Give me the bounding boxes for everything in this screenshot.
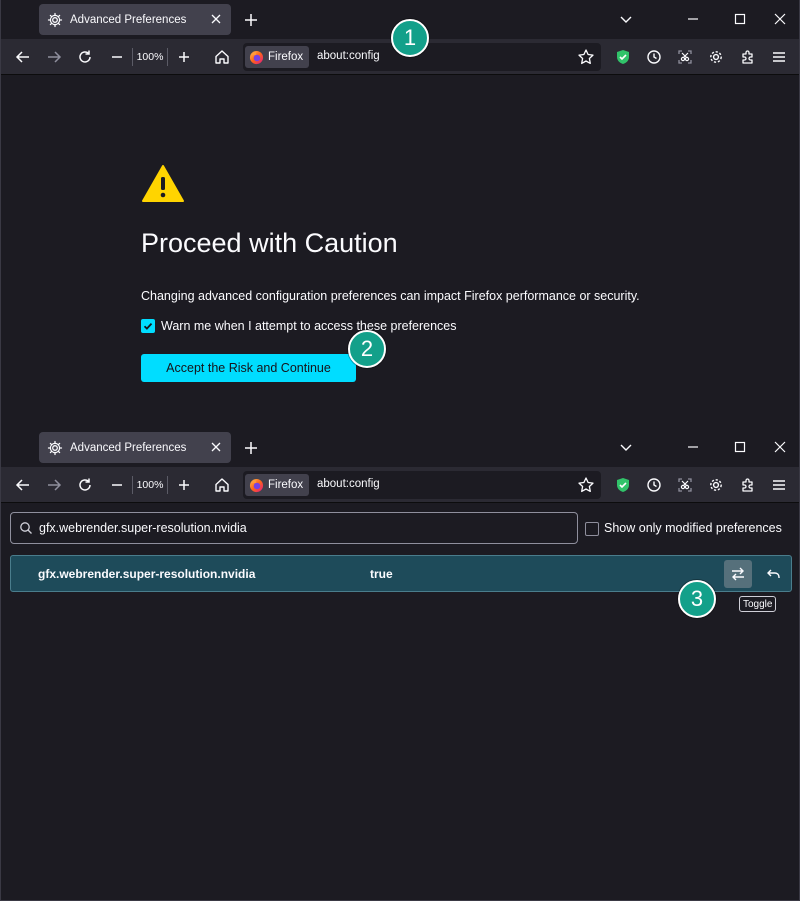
chevron-down-icon[interactable] <box>617 10 635 28</box>
search-icon <box>19 521 33 535</box>
zoom-out-icon[interactable] <box>107 47 127 67</box>
tab-title: Advanced Preferences <box>70 13 187 26</box>
forward-arrow-icon[interactable] <box>44 47 64 67</box>
settings-gear-icon[interactable] <box>706 47 726 67</box>
toggle-tooltip: Toggle <box>739 596 777 612</box>
browser-window-caution: Advanced Preferences 100% Firefox about:… <box>0 0 800 428</box>
firefox-logo-icon <box>249 478 264 493</box>
bookmark-star-icon[interactable] <box>577 48 595 66</box>
warn-checkbox[interactable] <box>141 319 155 333</box>
screenshot-icon[interactable] <box>675 475 695 495</box>
toggle-button[interactable] <box>724 560 752 588</box>
screenshot-icon[interactable] <box>675 47 695 67</box>
history-clock-icon[interactable] <box>644 475 664 495</box>
back-arrow-icon[interactable] <box>13 47 33 67</box>
close-tab-icon[interactable] <box>209 12 223 26</box>
identity-label: Firefox <box>268 479 304 491</box>
page-title: Proceed with Caution <box>141 228 398 258</box>
show-modified-label[interactable]: Show only modified preferences <box>604 521 782 535</box>
tab-advanced-preferences[interactable]: Advanced Preferences <box>39 4 231 35</box>
url-text[interactable]: about:config <box>317 50 380 62</box>
tab-bar: Advanced Preferences <box>1 428 799 467</box>
identity-box[interactable]: Firefox <box>245 46 310 68</box>
new-tab-icon[interactable] <box>241 10 261 30</box>
gear-icon <box>47 12 63 28</box>
warn-checkbox-label[interactable]: Warn me when I attempt to access these p… <box>161 319 457 333</box>
forward-arrow-icon[interactable] <box>44 475 64 495</box>
bookmark-star-icon[interactable] <box>577 476 595 494</box>
undo-icon <box>767 569 780 578</box>
zoom-in-icon[interactable] <box>174 475 194 495</box>
menu-hamburger-icon[interactable] <box>769 475 789 495</box>
url-bar[interactable]: Firefox about:config <box>243 471 601 499</box>
zoom-level[interactable]: 100% <box>132 476 168 494</box>
extensions-puzzle-icon[interactable] <box>738 47 758 67</box>
accept-risk-button[interactable]: Accept the Risk and Continue <box>141 354 356 382</box>
zoom-out-icon[interactable] <box>107 475 127 495</box>
firefox-logo-icon <box>249 50 264 65</box>
home-icon[interactable] <box>212 47 232 67</box>
home-icon[interactable] <box>212 475 232 495</box>
show-modified-checkbox[interactable] <box>585 522 599 536</box>
maximize-icon[interactable] <box>731 10 749 28</box>
reset-button[interactable] <box>763 563 785 585</box>
search-value: gfx.webrender.super-resolution.nvidia <box>39 521 247 535</box>
reload-icon[interactable] <box>75 47 95 67</box>
preference-name: gfx.webrender.super-resolution.nvidia <box>38 567 256 581</box>
tab-title: Advanced Preferences <box>70 441 187 454</box>
preference-search-input[interactable]: gfx.webrender.super-resolution.nvidia <box>10 512 578 544</box>
new-tab-icon[interactable] <box>241 438 261 458</box>
close-tab-icon[interactable] <box>209 440 223 454</box>
back-arrow-icon[interactable] <box>13 475 33 495</box>
zoom-level[interactable]: 100% <box>132 48 168 66</box>
close-window-icon[interactable] <box>771 438 789 456</box>
minimize-icon[interactable] <box>684 438 702 456</box>
warning-triangle-icon <box>141 164 185 204</box>
step-badge-2: 2 <box>348 330 386 368</box>
reload-icon[interactable] <box>75 475 95 495</box>
identity-label: Firefox <box>268 51 304 63</box>
history-clock-icon[interactable] <box>644 47 664 67</box>
preference-value: true <box>370 567 393 581</box>
identity-box[interactable]: Firefox <box>245 474 310 496</box>
chevron-down-icon[interactable] <box>617 438 635 456</box>
gear-icon <box>47 440 63 456</box>
shield-check-icon[interactable] <box>613 47 633 67</box>
minimize-icon[interactable] <box>684 10 702 28</box>
browser-window-config: Advanced Preferences 100% Firefox about:… <box>0 428 800 901</box>
extensions-puzzle-icon[interactable] <box>738 475 758 495</box>
shield-check-icon[interactable] <box>613 475 633 495</box>
settings-gear-icon[interactable] <box>706 475 726 495</box>
step-badge-3: 3 <box>678 580 716 618</box>
close-window-icon[interactable] <box>771 10 789 28</box>
zoom-in-icon[interactable] <box>174 47 194 67</box>
menu-hamburger-icon[interactable] <box>769 47 789 67</box>
tab-advanced-preferences[interactable]: Advanced Preferences <box>39 432 231 463</box>
url-text[interactable]: about:config <box>317 478 380 490</box>
nav-bar: 100% Firefox about:config <box>1 467 799 503</box>
caution-description: Changing advanced configuration preferen… <box>141 289 640 303</box>
step-badge-1: 1 <box>391 19 429 57</box>
maximize-icon[interactable] <box>731 438 749 456</box>
preference-row[interactable]: gfx.webrender.super-resolution.nvidia tr… <box>10 555 792 592</box>
toggle-arrows-icon <box>732 567 744 581</box>
